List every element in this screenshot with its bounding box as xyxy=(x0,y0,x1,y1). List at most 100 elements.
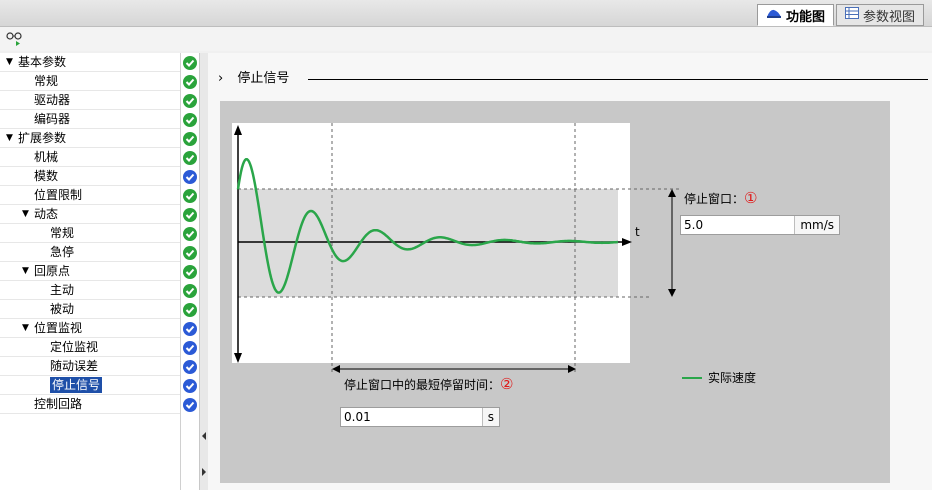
tree-item[interactable]: 定位监视 xyxy=(0,338,180,357)
expand-arrow-icon[interactable]: ▼ xyxy=(6,129,13,148)
check-ok-icon xyxy=(183,226,197,241)
stop-window-label: 停止窗口： xyxy=(684,192,745,206)
network-view-icon[interactable] xyxy=(6,31,24,50)
tree-item[interactable]: 位置限制 xyxy=(0,186,180,205)
tree-item[interactable]: 编码器 xyxy=(0,110,180,129)
check-ok-icon xyxy=(183,112,197,127)
tab-label: 参数视图 xyxy=(862,9,915,25)
status-cell xyxy=(181,167,199,186)
status-cell xyxy=(181,357,199,376)
tree-item-label: 急停 xyxy=(50,245,75,259)
tree-item-label: 定位监视 xyxy=(50,340,99,354)
check-ok-icon xyxy=(183,74,197,89)
status-cell xyxy=(181,224,199,243)
stop-window-unit: mm/s xyxy=(794,216,839,234)
tab-function-view[interactable]: 功能图 xyxy=(756,4,834,26)
tree-item-label: 被动 xyxy=(50,302,75,316)
tree-scrollbar[interactable] xyxy=(199,53,208,490)
status-cell xyxy=(181,186,199,205)
tree-item-label: 编码器 xyxy=(34,112,71,126)
section-divider xyxy=(308,79,928,80)
tree-item[interactable]: 急停 xyxy=(0,243,180,262)
status-cell xyxy=(181,110,199,129)
check-info-icon xyxy=(183,397,197,412)
check-ok-icon xyxy=(183,93,197,108)
tree-item-label: 驱动器 xyxy=(34,93,71,107)
min-dwell-unit: s xyxy=(481,408,499,426)
stop-signal-diagram-panel: t 停止窗口：① 5.0 mm/s 停止窗口中的最短停留时间：② 0.01 s … xyxy=(220,101,890,483)
tab-label: 功能图 xyxy=(785,9,825,25)
tree-item-label: 位置监视 xyxy=(34,321,83,335)
check-info-icon xyxy=(183,378,197,393)
status-cell xyxy=(181,395,199,414)
status-cell xyxy=(181,72,199,91)
check-ok-icon xyxy=(183,245,197,260)
tree-item[interactable]: 驱动器 xyxy=(0,91,180,110)
tree-item[interactable]: 停止信号 xyxy=(0,376,180,395)
tree-item[interactable]: 控制回路 xyxy=(0,395,180,414)
stop-window-marker: ① xyxy=(744,189,758,207)
status-cell xyxy=(181,243,199,262)
tree-item[interactable]: ▼ 基本参数 xyxy=(0,53,180,72)
tree-item[interactable]: ▼ 位置监视 xyxy=(0,319,180,338)
tree-item[interactable]: ▼ 动态 xyxy=(0,205,180,224)
tree-item[interactable]: 机械 xyxy=(0,148,180,167)
check-ok-icon xyxy=(183,131,197,146)
min-dwell-label: 停止窗口中的最短停留时间： xyxy=(344,378,501,392)
expand-arrow-icon[interactable]: ▼ xyxy=(22,205,29,224)
tree-item[interactable]: ▼ 扩展参数 xyxy=(0,129,180,148)
check-ok-icon xyxy=(183,207,197,222)
tree-item[interactable]: 常规 xyxy=(0,224,180,243)
tree-item-label: 停止信号 xyxy=(50,377,103,393)
check-ok-icon xyxy=(183,264,197,279)
check-ok-icon xyxy=(183,188,197,203)
check-info-icon xyxy=(183,359,197,374)
expand-arrow-icon[interactable]: ▼ xyxy=(6,53,13,72)
status-column xyxy=(180,53,199,490)
section-header[interactable]: › 停止信号 xyxy=(218,67,289,86)
time-axis-label: t xyxy=(635,225,640,239)
status-cell xyxy=(181,281,199,300)
tree-item-label: 基本参数 xyxy=(18,55,67,69)
tree-item[interactable]: 模数 xyxy=(0,167,180,186)
tree-item[interactable]: 被动 xyxy=(0,300,180,319)
tree-item-label: 回原点 xyxy=(34,264,71,278)
tree-item-label: 控制回路 xyxy=(34,397,83,411)
min-dwell-input[interactable]: 0.01 xyxy=(341,408,482,426)
tree-item-label: 常规 xyxy=(34,74,59,88)
chevron-right-icon: › xyxy=(218,71,224,86)
stop-window-field[interactable]: 5.0 mm/s xyxy=(680,215,840,235)
tree-item-label: 机械 xyxy=(34,150,59,164)
tree-item-label: 常规 xyxy=(50,226,75,240)
expand-arrow-icon[interactable]: ▼ xyxy=(22,262,29,281)
tree-item[interactable]: ▼ 回原点 xyxy=(0,262,180,281)
stop-window-label-group: 停止窗口：① xyxy=(684,189,757,207)
check-info-icon xyxy=(183,340,197,355)
status-cell xyxy=(181,129,199,148)
status-cell xyxy=(181,300,199,319)
status-cell xyxy=(181,262,199,281)
status-cell xyxy=(181,205,199,224)
tree-item-label: 随动误差 xyxy=(50,359,99,373)
toolbar xyxy=(0,27,932,51)
legend-label: 实际速度 xyxy=(708,371,757,385)
min-dwell-field[interactable]: 0.01 s xyxy=(340,407,500,427)
legend-swatch xyxy=(682,376,702,379)
tree-item-label: 扩展参数 xyxy=(18,131,67,145)
expand-arrow-icon[interactable]: ▼ xyxy=(22,319,29,338)
status-cell xyxy=(181,376,199,395)
tree-item[interactable]: 主动 xyxy=(0,281,180,300)
min-dwell-label-group: 停止窗口中的最短停留时间：② xyxy=(344,375,513,393)
tree-item[interactable]: 随动误差 xyxy=(0,357,180,376)
check-info-icon xyxy=(183,321,197,336)
status-cell xyxy=(181,53,199,72)
status-cell xyxy=(181,148,199,167)
status-cell xyxy=(181,319,199,338)
check-ok-icon xyxy=(183,302,197,317)
main-content: › 停止信号 t 停止窗口：① 5.0 mm/s 停止窗口中的最短停留时间：② … xyxy=(208,53,932,490)
tab-parameter-view[interactable]: 参数视图 xyxy=(835,4,924,26)
tree-item-label: 模数 xyxy=(34,169,59,183)
stop-window-input[interactable]: 5.0 xyxy=(681,216,794,234)
tree-item-label: 主动 xyxy=(50,283,75,297)
tree-item[interactable]: 常规 xyxy=(0,72,180,91)
